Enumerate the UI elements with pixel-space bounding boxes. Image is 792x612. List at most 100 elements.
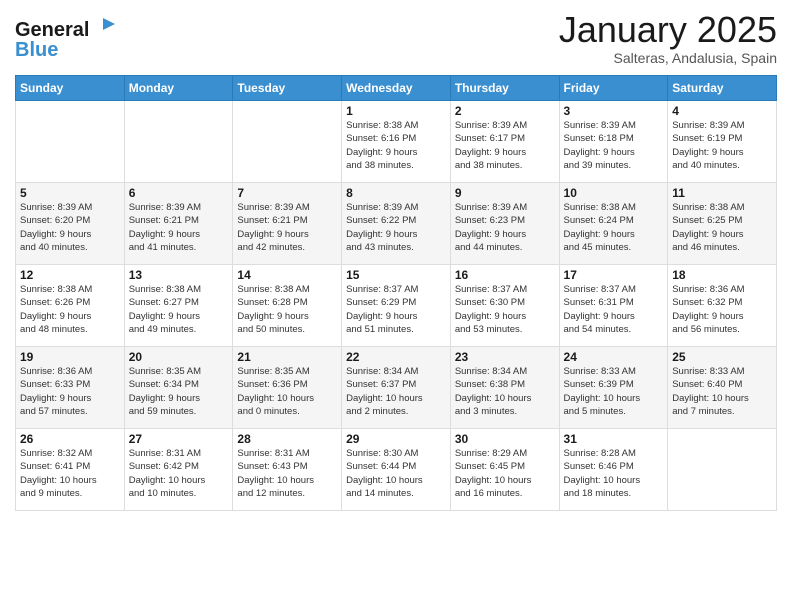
day-number: 18 [672, 268, 772, 282]
day-cell: 31Sunrise: 8:28 AMSunset: 6:46 PMDayligh… [559, 429, 668, 511]
day-number: 5 [20, 186, 120, 200]
day-info: Sunrise: 8:28 AMSunset: 6:46 PMDaylight:… [564, 447, 664, 500]
day-info: Sunrise: 8:38 AMSunset: 6:27 PMDaylight:… [129, 283, 229, 336]
day-cell: 10Sunrise: 8:38 AMSunset: 6:24 PMDayligh… [559, 183, 668, 265]
day-info: Sunrise: 8:30 AMSunset: 6:44 PMDaylight:… [346, 447, 446, 500]
day-number: 30 [455, 432, 555, 446]
day-number: 1 [346, 104, 446, 118]
day-number: 9 [455, 186, 555, 200]
day-number: 6 [129, 186, 229, 200]
day-number: 31 [564, 432, 664, 446]
logo-svg: General Blue [15, 14, 125, 62]
day-number: 14 [237, 268, 337, 282]
day-info: Sunrise: 8:31 AMSunset: 6:43 PMDaylight:… [237, 447, 337, 500]
day-number: 11 [672, 186, 772, 200]
day-number: 27 [129, 432, 229, 446]
day-number: 19 [20, 350, 120, 364]
day-number: 17 [564, 268, 664, 282]
day-cell: 23Sunrise: 8:34 AMSunset: 6:38 PMDayligh… [450, 347, 559, 429]
day-info: Sunrise: 8:33 AMSunset: 6:39 PMDaylight:… [564, 365, 664, 418]
day-info: Sunrise: 8:36 AMSunset: 6:32 PMDaylight:… [672, 283, 772, 336]
day-info: Sunrise: 8:39 AMSunset: 6:23 PMDaylight:… [455, 201, 555, 254]
day-number: 2 [455, 104, 555, 118]
day-info: Sunrise: 8:33 AMSunset: 6:40 PMDaylight:… [672, 365, 772, 418]
day-info: Sunrise: 8:36 AMSunset: 6:33 PMDaylight:… [20, 365, 120, 418]
week-row-3: 12Sunrise: 8:38 AMSunset: 6:26 PMDayligh… [16, 265, 777, 347]
weekday-header-wednesday: Wednesday [342, 76, 451, 101]
day-cell: 13Sunrise: 8:38 AMSunset: 6:27 PMDayligh… [124, 265, 233, 347]
day-cell: 19Sunrise: 8:36 AMSunset: 6:33 PMDayligh… [16, 347, 125, 429]
day-cell: 21Sunrise: 8:35 AMSunset: 6:36 PMDayligh… [233, 347, 342, 429]
day-number: 23 [455, 350, 555, 364]
calendar-table: SundayMondayTuesdayWednesdayThursdayFrid… [15, 75, 777, 511]
day-info: Sunrise: 8:37 AMSunset: 6:29 PMDaylight:… [346, 283, 446, 336]
day-info: Sunrise: 8:31 AMSunset: 6:42 PMDaylight:… [129, 447, 229, 500]
day-number: 12 [20, 268, 120, 282]
day-number: 22 [346, 350, 446, 364]
day-number: 13 [129, 268, 229, 282]
day-number: 10 [564, 186, 664, 200]
day-info: Sunrise: 8:39 AMSunset: 6:21 PMDaylight:… [129, 201, 229, 254]
day-cell: 29Sunrise: 8:30 AMSunset: 6:44 PMDayligh… [342, 429, 451, 511]
day-cell: 26Sunrise: 8:32 AMSunset: 6:41 PMDayligh… [16, 429, 125, 511]
weekday-header-sunday: Sunday [16, 76, 125, 101]
day-number: 7 [237, 186, 337, 200]
day-number: 29 [346, 432, 446, 446]
day-info: Sunrise: 8:38 AMSunset: 6:25 PMDaylight:… [672, 201, 772, 254]
day-info: Sunrise: 8:38 AMSunset: 6:26 PMDaylight:… [20, 283, 120, 336]
weekday-header-saturday: Saturday [668, 76, 777, 101]
day-cell: 15Sunrise: 8:37 AMSunset: 6:29 PMDayligh… [342, 265, 451, 347]
month-title: January 2025 [559, 10, 777, 50]
weekday-header-row: SundayMondayTuesdayWednesdayThursdayFrid… [16, 76, 777, 101]
day-cell: 4Sunrise: 8:39 AMSunset: 6:19 PMDaylight… [668, 101, 777, 183]
week-row-5: 26Sunrise: 8:32 AMSunset: 6:41 PMDayligh… [16, 429, 777, 511]
day-info: Sunrise: 8:39 AMSunset: 6:21 PMDaylight:… [237, 201, 337, 254]
day-info: Sunrise: 8:34 AMSunset: 6:37 PMDaylight:… [346, 365, 446, 418]
weekday-header-thursday: Thursday [450, 76, 559, 101]
week-row-1: 1Sunrise: 8:38 AMSunset: 6:16 PMDaylight… [16, 101, 777, 183]
day-cell: 2Sunrise: 8:39 AMSunset: 6:17 PMDaylight… [450, 101, 559, 183]
day-cell [668, 429, 777, 511]
day-info: Sunrise: 8:34 AMSunset: 6:38 PMDaylight:… [455, 365, 555, 418]
day-info: Sunrise: 8:38 AMSunset: 6:28 PMDaylight:… [237, 283, 337, 336]
day-cell: 22Sunrise: 8:34 AMSunset: 6:37 PMDayligh… [342, 347, 451, 429]
day-cell [16, 101, 125, 183]
day-number: 4 [672, 104, 772, 118]
day-cell: 25Sunrise: 8:33 AMSunset: 6:40 PMDayligh… [668, 347, 777, 429]
day-cell: 7Sunrise: 8:39 AMSunset: 6:21 PMDaylight… [233, 183, 342, 265]
day-info: Sunrise: 8:39 AMSunset: 6:20 PMDaylight:… [20, 201, 120, 254]
day-cell: 20Sunrise: 8:35 AMSunset: 6:34 PMDayligh… [124, 347, 233, 429]
day-cell: 8Sunrise: 8:39 AMSunset: 6:22 PMDaylight… [342, 183, 451, 265]
day-info: Sunrise: 8:38 AMSunset: 6:16 PMDaylight:… [346, 119, 446, 172]
day-cell: 12Sunrise: 8:38 AMSunset: 6:26 PMDayligh… [16, 265, 125, 347]
day-cell: 18Sunrise: 8:36 AMSunset: 6:32 PMDayligh… [668, 265, 777, 347]
day-cell [124, 101, 233, 183]
day-info: Sunrise: 8:39 AMSunset: 6:19 PMDaylight:… [672, 119, 772, 172]
day-cell: 6Sunrise: 8:39 AMSunset: 6:21 PMDaylight… [124, 183, 233, 265]
day-cell: 16Sunrise: 8:37 AMSunset: 6:30 PMDayligh… [450, 265, 559, 347]
day-cell: 24Sunrise: 8:33 AMSunset: 6:39 PMDayligh… [559, 347, 668, 429]
day-cell: 5Sunrise: 8:39 AMSunset: 6:20 PMDaylight… [16, 183, 125, 265]
day-info: Sunrise: 8:39 AMSunset: 6:22 PMDaylight:… [346, 201, 446, 254]
day-number: 3 [564, 104, 664, 118]
weekday-header-monday: Monday [124, 76, 233, 101]
day-cell: 28Sunrise: 8:31 AMSunset: 6:43 PMDayligh… [233, 429, 342, 511]
week-row-2: 5Sunrise: 8:39 AMSunset: 6:20 PMDaylight… [16, 183, 777, 265]
logo: General Blue [15, 14, 125, 67]
day-info: Sunrise: 8:38 AMSunset: 6:24 PMDaylight:… [564, 201, 664, 254]
day-cell [233, 101, 342, 183]
day-number: 8 [346, 186, 446, 200]
day-number: 16 [455, 268, 555, 282]
svg-text:General: General [15, 19, 89, 41]
day-number: 25 [672, 350, 772, 364]
day-cell: 14Sunrise: 8:38 AMSunset: 6:28 PMDayligh… [233, 265, 342, 347]
day-info: Sunrise: 8:39 AMSunset: 6:17 PMDaylight:… [455, 119, 555, 172]
day-info: Sunrise: 8:39 AMSunset: 6:18 PMDaylight:… [564, 119, 664, 172]
day-info: Sunrise: 8:29 AMSunset: 6:45 PMDaylight:… [455, 447, 555, 500]
location-subtitle: Salteras, Andalusia, Spain [559, 50, 777, 66]
day-info: Sunrise: 8:37 AMSunset: 6:31 PMDaylight:… [564, 283, 664, 336]
day-number: 26 [20, 432, 120, 446]
day-number: 28 [237, 432, 337, 446]
day-cell: 17Sunrise: 8:37 AMSunset: 6:31 PMDayligh… [559, 265, 668, 347]
day-number: 21 [237, 350, 337, 364]
